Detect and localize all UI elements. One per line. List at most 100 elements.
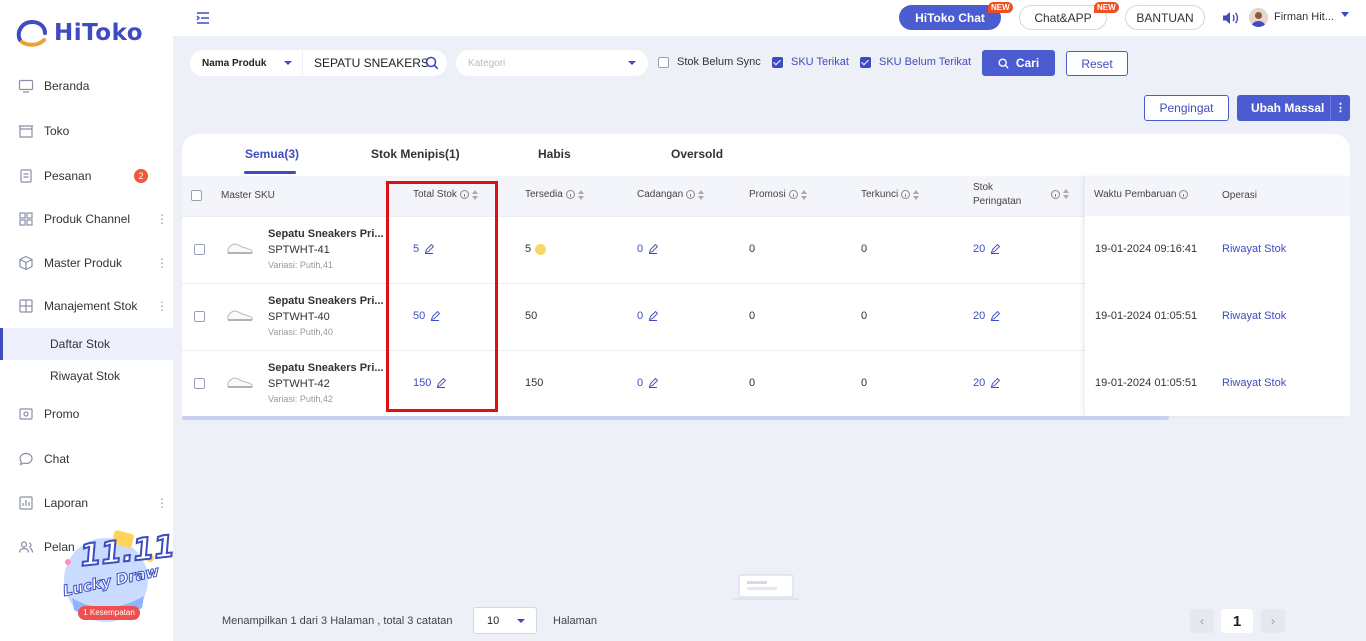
chevron-down-icon [284, 61, 292, 65]
sku-belum-terikat-label[interactable]: SKU Belum Terikat [879, 56, 971, 68]
header-cadangan[interactable]: Cadangan [637, 189, 705, 200]
row-checkbox[interactable] [194, 244, 205, 255]
sort-icon[interactable] [1063, 189, 1070, 199]
stok-peringatan-cell[interactable]: 20 [973, 243, 1001, 255]
search-icon[interactable] [425, 56, 439, 70]
chevron-right-icon: › [1271, 614, 1275, 628]
sidebar-item-produk-channel[interactable]: Produk Channel ⋮ [0, 202, 173, 236]
row-checkbox[interactable] [194, 311, 205, 322]
header-stok-peringatan-controls[interactable] [1048, 189, 1070, 199]
search-input[interactable]: SEPATU SNEAKERS [303, 50, 447, 76]
riwayat-stok-link[interactable]: Riwayat Stok [1222, 243, 1286, 255]
stok-belum-sync-label[interactable]: Stok Belum Sync [677, 56, 761, 68]
sidebar-item-laporan[interactable]: Laporan ⋮ [0, 486, 173, 520]
speaker-icon[interactable] [1222, 10, 1239, 26]
sort-icon[interactable] [577, 189, 585, 200]
sidebar-item-chat[interactable]: Chat [0, 442, 173, 476]
riwayat-stok-link[interactable]: Riwayat Stok [1222, 377, 1286, 389]
info-icon[interactable] [1051, 189, 1060, 199]
box-icon [18, 255, 34, 271]
sneaker-product-image[interactable] [225, 302, 255, 324]
info-icon[interactable] [788, 190, 798, 199]
sort-icon[interactable] [800, 189, 808, 200]
chevron-down-icon[interactable] [1341, 12, 1349, 17]
lucky-draw-banner[interactable]: 11.11 Lucky Draw 1 Kesempatan [58, 528, 177, 628]
sidebar-item-promo[interactable]: Promo [0, 397, 173, 431]
page-size-select[interactable]: 10 [473, 607, 537, 634]
reset-button[interactable]: Reset [1066, 51, 1128, 76]
cadangan-cell[interactable]: 0 [637, 243, 659, 255]
brand-logo[interactable]: HiToko [14, 18, 143, 48]
riwayat-stok-link[interactable]: Riwayat Stok [1222, 310, 1286, 322]
sku-terikat-checkbox[interactable] [772, 57, 783, 68]
search-field-select[interactable]: Nama Produk [190, 50, 302, 76]
avatar[interactable] [1249, 8, 1268, 27]
edit-icon[interactable] [648, 244, 659, 254]
sort-icon[interactable] [698, 189, 705, 200]
sidebar-item-manajement-stok[interactable]: Manajement Stok ⋮ [0, 289, 173, 323]
promo-icon [18, 406, 34, 422]
current-page[interactable]: 1 [1221, 609, 1253, 633]
total-stok-highlight-box [386, 181, 498, 412]
bantuan-button[interactable]: BANTUAN [1125, 5, 1205, 30]
menu-collapse-icon[interactable] [195, 10, 211, 26]
pengingat-button[interactable]: Pengingat [1144, 95, 1229, 121]
sneaker-product-image[interactable] [225, 369, 255, 391]
kebab-icon[interactable]: ⋮ [156, 212, 168, 226]
stok-peringatan-cell[interactable]: 20 [973, 377, 1001, 389]
more-options-icon[interactable]: ⋮ [1330, 95, 1350, 121]
hitoko-chat-button[interactable]: HiToko Chat [899, 5, 1001, 30]
edit-icon[interactable] [990, 378, 1001, 388]
report-icon [18, 495, 34, 511]
edit-icon[interactable] [990, 244, 1001, 254]
info-icon[interactable] [901, 190, 911, 199]
kebab-icon[interactable]: ⋮ [156, 299, 168, 313]
sku-terikat-label[interactable]: SKU Terikat [791, 56, 849, 68]
sku-belum-terikat-checkbox[interactable] [860, 57, 871, 68]
info-icon[interactable] [686, 190, 696, 199]
tersedia-cell: 5 [525, 243, 547, 255]
chevron-down-icon [517, 619, 525, 623]
page-size-value: 10 [487, 614, 500, 627]
cari-button[interactable]: Cari [982, 50, 1055, 76]
tab-semua[interactable]: Semua(3) [245, 147, 299, 161]
cadangan-cell[interactable]: 0 [637, 310, 659, 322]
sneaker-product-image[interactable] [225, 235, 255, 257]
sidebar-item-beranda[interactable]: Beranda [0, 69, 173, 103]
sidebar-item-pesanan[interactable]: Pesanan 2 [0, 159, 173, 193]
stok-peringatan-value: 20 [973, 377, 986, 389]
header-tersedia[interactable]: Tersedia [525, 189, 585, 200]
edit-icon[interactable] [990, 311, 1001, 321]
order-icon [18, 168, 34, 184]
tab-stok-menipis[interactable]: Stok Menipis(1) [371, 147, 460, 161]
sidebar-subitem-riwayat-stok[interactable]: Riwayat Stok [0, 360, 173, 392]
tab-oversold[interactable]: Oversold [671, 147, 723, 161]
next-page-button[interactable]: › [1261, 609, 1285, 633]
row-checkbox[interactable] [194, 378, 205, 389]
ubah-massal-button[interactable]: Ubah Massal ⋮ [1237, 95, 1350, 121]
sidebar-item-toko[interactable]: Toko [0, 114, 173, 148]
stok-belum-sync-checkbox[interactable] [658, 57, 669, 68]
prev-page-button[interactable]: ‹ [1190, 609, 1214, 633]
header-terkunci[interactable]: Terkunci [861, 189, 920, 200]
info-icon[interactable] [1179, 190, 1189, 199]
kategori-select[interactable]: Kategori [456, 50, 648, 76]
header-label: Waktu Pembaruan [1094, 189, 1177, 200]
stok-peringatan-cell[interactable]: 20 [973, 310, 1001, 322]
edit-icon[interactable] [648, 378, 659, 388]
username[interactable]: Firman Hit... [1274, 11, 1334, 23]
tersedia-value: 5 [525, 243, 532, 255]
sidebar-subitem-daftar-stok[interactable]: Daftar Stok [0, 328, 173, 360]
sidebar-item-master-produk[interactable]: Master Produk ⋮ [0, 246, 173, 280]
horizontal-scrollbar[interactable] [182, 416, 1169, 420]
kebab-icon[interactable]: ⋮ [156, 256, 168, 270]
info-icon[interactable] [565, 190, 575, 199]
cadangan-cell[interactable]: 0 [637, 377, 659, 389]
cadangan-value: 0 [637, 377, 644, 389]
tab-habis[interactable]: Habis [538, 147, 571, 161]
select-all-checkbox[interactable] [191, 190, 202, 201]
edit-icon[interactable] [648, 311, 659, 321]
sort-icon[interactable] [913, 189, 920, 200]
header-promosi[interactable]: Promosi [749, 189, 808, 200]
kebab-icon[interactable]: ⋮ [156, 496, 168, 510]
